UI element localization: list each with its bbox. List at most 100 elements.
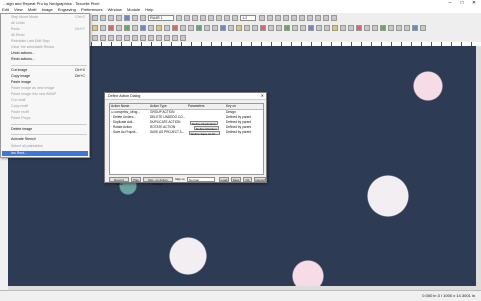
tool-icon[interactable] — [388, 25, 394, 31]
tool-icon[interactable] — [330, 15, 337, 21]
dialog-close-icon[interactable]: ✕ — [261, 93, 264, 99]
menu-item-clear-redos[interactable]: Clear the selectable Redos — [11, 45, 87, 50]
tool-icon[interactable] — [148, 25, 154, 31]
define-rotation-button[interactable]: Define Rotation — [194, 125, 219, 131]
tool-icon[interactable] — [132, 25, 138, 31]
table-row[interactable]: · Save As Project... SAVE AS PROJECT A..… — [110, 130, 263, 136]
minimize-button[interactable]: – — [444, 0, 456, 7]
tool-icon[interactable] — [300, 25, 306, 31]
tool-icon[interactable] — [140, 25, 146, 31]
tool-icon[interactable] — [356, 25, 362, 31]
tool-icon[interactable] — [404, 25, 410, 31]
tool-icon[interactable] — [140, 15, 146, 21]
tool-icon[interactable] — [258, 15, 265, 21]
tool-icon[interactable] — [274, 15, 281, 21]
tool-icon[interactable] — [92, 25, 98, 31]
cancel-button[interactable]: Cancel — [254, 177, 266, 182]
tool-icon[interactable] — [132, 35, 138, 41]
tool-icon[interactable] — [308, 25, 314, 31]
tool-icon[interactable] — [156, 35, 162, 41]
tool-icon[interactable] — [132, 15, 138, 21]
tool-icon[interactable] — [188, 25, 194, 31]
tool-icon[interactable] — [208, 15, 215, 21]
menu-item-redo-actions[interactable]: Redo actions... — [11, 57, 87, 62]
menu-item-paste-motif[interactable]: Paste motif — [11, 110, 87, 115]
tool-icon[interactable] — [172, 25, 178, 31]
tool-icon[interactable] — [156, 25, 162, 31]
tool-icon[interactable] — [164, 25, 170, 31]
menu-item-cut-image[interactable]: Cut image Ctrl+X — [11, 68, 87, 73]
tool-icon[interactable] — [282, 15, 289, 21]
tool-icon[interactable] — [196, 25, 202, 31]
tool-icon[interactable] — [184, 15, 191, 21]
tool-icon[interactable] — [108, 35, 114, 41]
tool-icon[interactable] — [108, 25, 114, 31]
column-header[interactable]: Action Type — [150, 104, 186, 109]
tool-icon[interactable] — [200, 15, 207, 21]
tool-icon[interactable] — [306, 15, 313, 21]
menu-item-ins-rect[interactable]: Ins Rect... — [2, 151, 88, 156]
tool-icon[interactable] — [212, 25, 218, 31]
ok-button[interactable]: OK — [243, 177, 252, 182]
tool-icon[interactable] — [420, 25, 426, 31]
tool-icon[interactable] — [348, 25, 354, 31]
tool-icon[interactable] — [260, 25, 266, 31]
tool-icon[interactable] — [364, 25, 370, 31]
menu-item-undo-actions[interactable]: Undo actions... — [11, 51, 87, 56]
menu-item-select-paintables[interactable]: Select all paintables — [11, 144, 87, 149]
layer-combo[interactable]: RU4R 1 — [148, 15, 175, 21]
tool-icon[interactable] — [100, 35, 106, 41]
menu-item-copy-image[interactable]: Copy image Ctrl+C — [11, 74, 87, 79]
tool-icon[interactable] — [324, 25, 330, 31]
tool-icon[interactable] — [164, 35, 170, 41]
zoom-field[interactable]: 1:2 — [240, 15, 257, 21]
tool-icon[interactable] — [108, 15, 114, 21]
tool-icon[interactable] — [380, 25, 386, 31]
menu-item-all-redo[interactable]: All Redo — [11, 33, 87, 38]
tool-icon[interactable] — [276, 25, 282, 31]
menu-item-redo[interactable]: Redo Ctrl+Y — [11, 27, 87, 32]
tool-icon[interactable] — [140, 35, 146, 41]
tool-icon[interactable] — [396, 25, 402, 31]
tool-icon[interactable] — [92, 35, 98, 41]
menu-item-all-undo[interactable]: All Undo — [11, 21, 87, 26]
tool-icon[interactable] — [252, 25, 258, 31]
menu-item-delete-image[interactable]: Delete image — [11, 127, 87, 132]
define-duplication-button[interactable]: Define Duplication — [190, 120, 219, 126]
save-button[interactable]: Save — [231, 177, 241, 182]
menu-item-step-move[interactable]: Step Move Mode Ctrl+Z — [11, 15, 87, 20]
menu-item-paste-image[interactable]: Paste image — [11, 80, 87, 85]
menu-item-cut-motif[interactable]: Cut motif — [11, 98, 87, 103]
tool-icon[interactable] — [332, 25, 338, 31]
tool-icon[interactable] — [192, 15, 199, 21]
maximize-button[interactable]: □ — [456, 0, 468, 7]
skip-mode-select[interactable]: Normal — [187, 177, 215, 182]
tool-icon[interactable] — [116, 25, 122, 31]
tool-icon[interactable] — [116, 35, 122, 41]
tool-icon[interactable] — [92, 15, 98, 21]
tool-icon[interactable] — [172, 35, 178, 41]
define-save-as-button[interactable]: Define Save As Pr... — [189, 130, 220, 136]
menu-item-activate-stencil[interactable]: Activate Stencil — [11, 137, 87, 142]
menu-item-reinstate[interactable]: Reinstate Last Edit Step — [11, 39, 87, 44]
tool-icon[interactable] — [124, 35, 130, 41]
tool-icon[interactable] — [148, 35, 154, 41]
tool-icon[interactable] — [298, 15, 305, 21]
load-button[interactable]: Load — [219, 177, 229, 182]
tool-icon[interactable] — [284, 25, 290, 31]
tool-icon[interactable] — [314, 15, 321, 21]
tool-icon[interactable] — [216, 15, 223, 21]
tool-icon[interactable] — [268, 25, 274, 31]
menu-item-paste-amap[interactable]: Paste image into new AMAP — [11, 92, 87, 97]
tool-icon[interactable] — [232, 15, 239, 21]
record-action-button[interactable]: Record Action — [109, 177, 129, 186]
tool-icon[interactable] — [372, 25, 378, 31]
menu-item-paste-props[interactable]: Paste Props — [11, 116, 87, 121]
tool-icon[interactable] — [224, 15, 231, 21]
column-header[interactable]: Key on — [226, 104, 264, 109]
tool-icon[interactable] — [292, 25, 298, 31]
tool-icon[interactable] — [340, 25, 346, 31]
tool-icon[interactable] — [204, 25, 210, 31]
tool-icon[interactable] — [180, 35, 186, 41]
tool-icon[interactable] — [236, 25, 242, 31]
